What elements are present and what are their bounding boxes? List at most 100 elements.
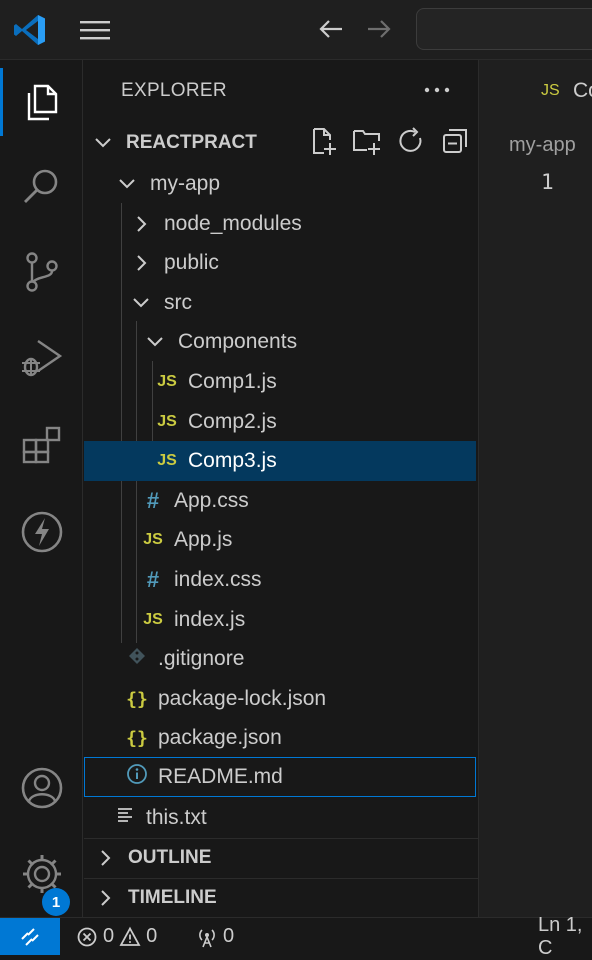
text-file-icon xyxy=(114,806,136,830)
search-icon[interactable] xyxy=(0,146,83,226)
tree-file-comp3-js[interactable]: JS Comp3.js xyxy=(84,441,476,481)
chevron-down-icon xyxy=(95,138,111,148)
editor-tab-bar: JS Co xyxy=(479,60,592,122)
cursor-position[interactable]: Ln 1, C xyxy=(538,914,592,959)
tree-folder-components[interactable]: Components xyxy=(84,322,476,362)
tree-file-index-js[interactable]: JS index.js xyxy=(84,600,476,640)
tree-item-label: Components xyxy=(178,330,298,353)
tree-file-this-txt[interactable]: this.txt xyxy=(84,798,476,838)
ports-indicator[interactable]: 0 xyxy=(196,918,234,955)
tree-item-label: App.css xyxy=(174,489,249,512)
chevron-right-icon xyxy=(137,255,147,271)
ports-count: 0 xyxy=(223,925,235,947)
chevron-right-icon xyxy=(101,850,111,866)
tree-item-label: App.js xyxy=(174,528,233,551)
tree-folder-my-app[interactable]: my-app xyxy=(84,164,476,204)
tree-item-label: package-lock.json xyxy=(158,687,327,710)
tree-item-label: my-app xyxy=(150,172,221,195)
tree-file-comp1-js[interactable]: JS Comp1.js xyxy=(84,362,476,402)
tree-file-package-lock-json[interactable]: {} package-lock.json xyxy=(84,679,476,719)
tree-item-label: index.js xyxy=(174,608,246,631)
editor-tab[interactable]: JS Co xyxy=(479,60,592,122)
extensions-icon[interactable] xyxy=(0,404,83,484)
command-center-search[interactable] xyxy=(416,8,592,50)
explorer-title: EXPLORER xyxy=(121,80,227,101)
tree-item-label: src xyxy=(164,291,192,314)
explorer-icon[interactable] xyxy=(0,62,83,142)
accounts-icon[interactable] xyxy=(0,748,83,828)
tree-item-label: this.txt xyxy=(146,806,207,829)
timeline-label: TIMELINE xyxy=(128,887,217,908)
chevron-right-icon xyxy=(101,890,111,906)
status-bar: 0 0 0 Ln 1, C xyxy=(0,914,592,959)
new-folder-icon[interactable] xyxy=(352,126,382,156)
tree-item-label: node_modules xyxy=(164,212,302,235)
tree-folder-public[interactable]: public xyxy=(84,243,476,283)
tree-item-label: Comp1.js xyxy=(188,370,277,393)
collapse-all-icon[interactable] xyxy=(440,126,470,156)
tree-file-app-css[interactable]: # App.css xyxy=(84,481,476,521)
remote-indicator[interactable] xyxy=(0,918,60,955)
json-file-icon: {} xyxy=(126,727,148,749)
tree-file-readme-md[interactable]: README.md xyxy=(84,757,476,797)
tree-folder-src[interactable]: src xyxy=(84,283,476,323)
css-file-icon: # xyxy=(146,567,160,592)
tree-item-label: package.json xyxy=(158,726,282,749)
tree-file-gitignore[interactable]: .gitignore xyxy=(84,639,476,679)
remote-icon xyxy=(21,927,39,946)
broadcast-icon xyxy=(199,928,215,947)
js-file-icon: JS xyxy=(157,452,177,469)
editor-tab-label: Co xyxy=(573,79,592,102)
js-file-icon: JS xyxy=(143,611,163,628)
timeline-section-header[interactable]: TIMELINE xyxy=(84,878,476,918)
arrow-left-icon[interactable] xyxy=(316,14,346,44)
outline-label: OUTLINE xyxy=(128,847,212,868)
thunder-client-icon[interactable] xyxy=(0,492,83,572)
tree-item-label: Comp2.js xyxy=(188,410,277,433)
tree-item-label: Comp3.js xyxy=(188,449,277,472)
more-actions-icon[interactable] xyxy=(422,78,452,102)
cursor-position-label: Ln 1, C xyxy=(538,913,583,959)
chevron-down-icon xyxy=(133,298,149,308)
tree-file-comp2-js[interactable]: JS Comp2.js xyxy=(84,402,476,442)
arrow-right-icon xyxy=(368,20,391,38)
js-file-icon: JS xyxy=(157,373,177,390)
tree-folder-node-modules[interactable]: node_modules xyxy=(84,204,476,244)
chevron-down-icon xyxy=(119,179,135,189)
info-icon xyxy=(126,763,148,791)
chevron-right-icon xyxy=(137,216,147,232)
editor-area: JS Co my-app 1 xyxy=(478,60,592,917)
warning-count: 0 xyxy=(146,925,158,947)
js-file-icon: JS xyxy=(541,82,560,99)
title-bar xyxy=(0,0,592,60)
error-icon xyxy=(77,927,97,946)
tree-item-label: README.md xyxy=(158,765,283,788)
json-file-icon: {} xyxy=(126,688,148,710)
error-count: 0 xyxy=(103,925,115,947)
notification-badge: 1 xyxy=(42,888,70,916)
hamburger-menu-icon[interactable] xyxy=(78,16,112,44)
js-file-icon: JS xyxy=(143,531,163,548)
vscode-logo-icon[interactable] xyxy=(12,12,48,48)
new-file-icon[interactable] xyxy=(308,126,338,156)
tree-file-app-js[interactable]: JS App.js xyxy=(84,520,476,560)
explorer-toolbar xyxy=(308,126,470,158)
manage-gear-icon[interactable]: 1 xyxy=(0,834,83,916)
outline-section-header[interactable]: OUTLINE xyxy=(84,838,476,878)
explorer-sidebar: EXPLORER REACTPRACT my-app node_modules … xyxy=(84,60,478,917)
tree-item-label: .gitignore xyxy=(158,647,245,670)
problems-indicator[interactable]: 0 0 xyxy=(76,918,157,955)
tree-file-index-css[interactable]: # index.css xyxy=(84,560,476,600)
refresh-icon[interactable] xyxy=(396,126,426,156)
chevron-down-icon xyxy=(147,337,163,347)
git-file-icon xyxy=(126,647,148,671)
tree-file-package-json[interactable]: {} package.json xyxy=(84,718,476,758)
breadcrumb[interactable]: my-app xyxy=(509,134,576,157)
line-number: 1 xyxy=(541,170,554,194)
run-and-debug-icon[interactable] xyxy=(0,318,83,398)
source-control-icon[interactable] xyxy=(0,232,83,312)
css-file-icon: # xyxy=(146,488,160,513)
project-name: REACTPRACT xyxy=(126,132,257,153)
activity-bar: 1 xyxy=(0,60,83,917)
warning-icon xyxy=(119,926,141,946)
